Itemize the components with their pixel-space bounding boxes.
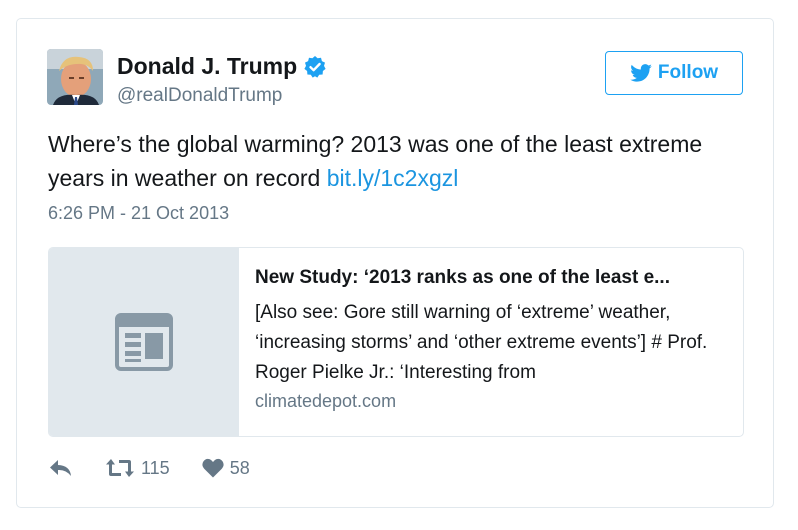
heart-icon [202, 458, 224, 478]
reply-icon [50, 460, 71, 476]
avatar[interactable] [47, 49, 103, 105]
tweet-timestamp[interactable]: 6:26 PM - 21 Oct 2013 [48, 203, 229, 224]
verified-badge-icon [303, 55, 327, 79]
reply-button[interactable] [49, 458, 73, 478]
user-handle[interactable]: @realDonaldTrump [117, 85, 282, 107]
retweet-count: 115 [141, 457, 170, 478]
like-button[interactable]: 58 [202, 458, 250, 479]
tweet-text: Where’s the global warming? 2013 was one… [48, 127, 758, 195]
like-count: 58 [229, 457, 250, 478]
tweet-card: Donald J. Trump @realDonaldTrump Follow … [16, 18, 774, 508]
article-icon [115, 313, 173, 371]
retweet-button[interactable]: 115 [105, 457, 170, 479]
follow-button-label: Follow [657, 62, 719, 83]
tweet-actions: 115 58 [49, 457, 250, 479]
user-name[interactable]: Donald J. Trump [117, 53, 297, 80]
link-preview-card[interactable]: New Study: ‘2013 ranks as one of the lea… [48, 247, 744, 437]
user-name-row: Donald J. Trump [117, 53, 327, 80]
card-title: New Study: ‘2013 ranks as one of the lea… [255, 267, 670, 288]
card-description: [Also see: Gore still warning of ‘extrem… [255, 302, 708, 383]
retweet-icon [106, 459, 134, 477]
card-domain: climatedepot.com [255, 391, 397, 411]
tweet-link[interactable]: bit.ly/1c2xgzl [327, 165, 459, 191]
follow-button[interactable]: Follow [605, 51, 743, 95]
card-body: New Study: ‘2013 ranks as one of the lea… [239, 248, 743, 436]
card-thumbnail [49, 248, 239, 436]
twitter-bird-icon [630, 64, 652, 82]
